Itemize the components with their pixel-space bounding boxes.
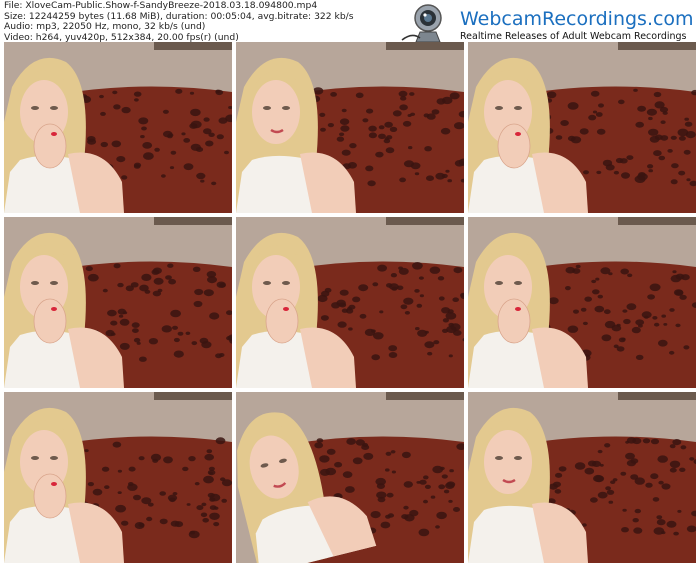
video-thumbnail[interactable] (236, 217, 464, 388)
hand (497, 298, 531, 344)
video-thumbnail[interactable] (468, 217, 696, 388)
video-thumbnail[interactable] (468, 392, 696, 563)
video-thumbnail[interactable] (236, 42, 464, 213)
logo-title[interactable]: WebcamRecordings.com (460, 8, 694, 30)
thumbnail-grid (4, 42, 696, 563)
file-info: File: XloveCam-Public.Show-f-SandyBreeze… (4, 0, 354, 43)
hand (33, 123, 67, 169)
video-thumbnail[interactable] (4, 42, 232, 213)
video-thumbnail[interactable] (4, 217, 232, 388)
hand (497, 123, 531, 169)
video-thumbnail[interactable] (468, 42, 696, 213)
webcam-icon (401, 4, 442, 43)
hand (33, 473, 67, 519)
hand (265, 298, 299, 344)
file-name: File: XloveCam-Public.Show-f-SandyBreeze… (4, 0, 318, 11)
site-logo: WebcamRecordings.com Realtime Releases o… (398, 2, 698, 44)
video-thumbnail[interactable] (236, 392, 464, 563)
video-thumbnail[interactable] (4, 392, 232, 563)
logo-subtitle: Realtime Releases of Adult Webcam Record… (460, 31, 687, 42)
hand (33, 298, 67, 344)
